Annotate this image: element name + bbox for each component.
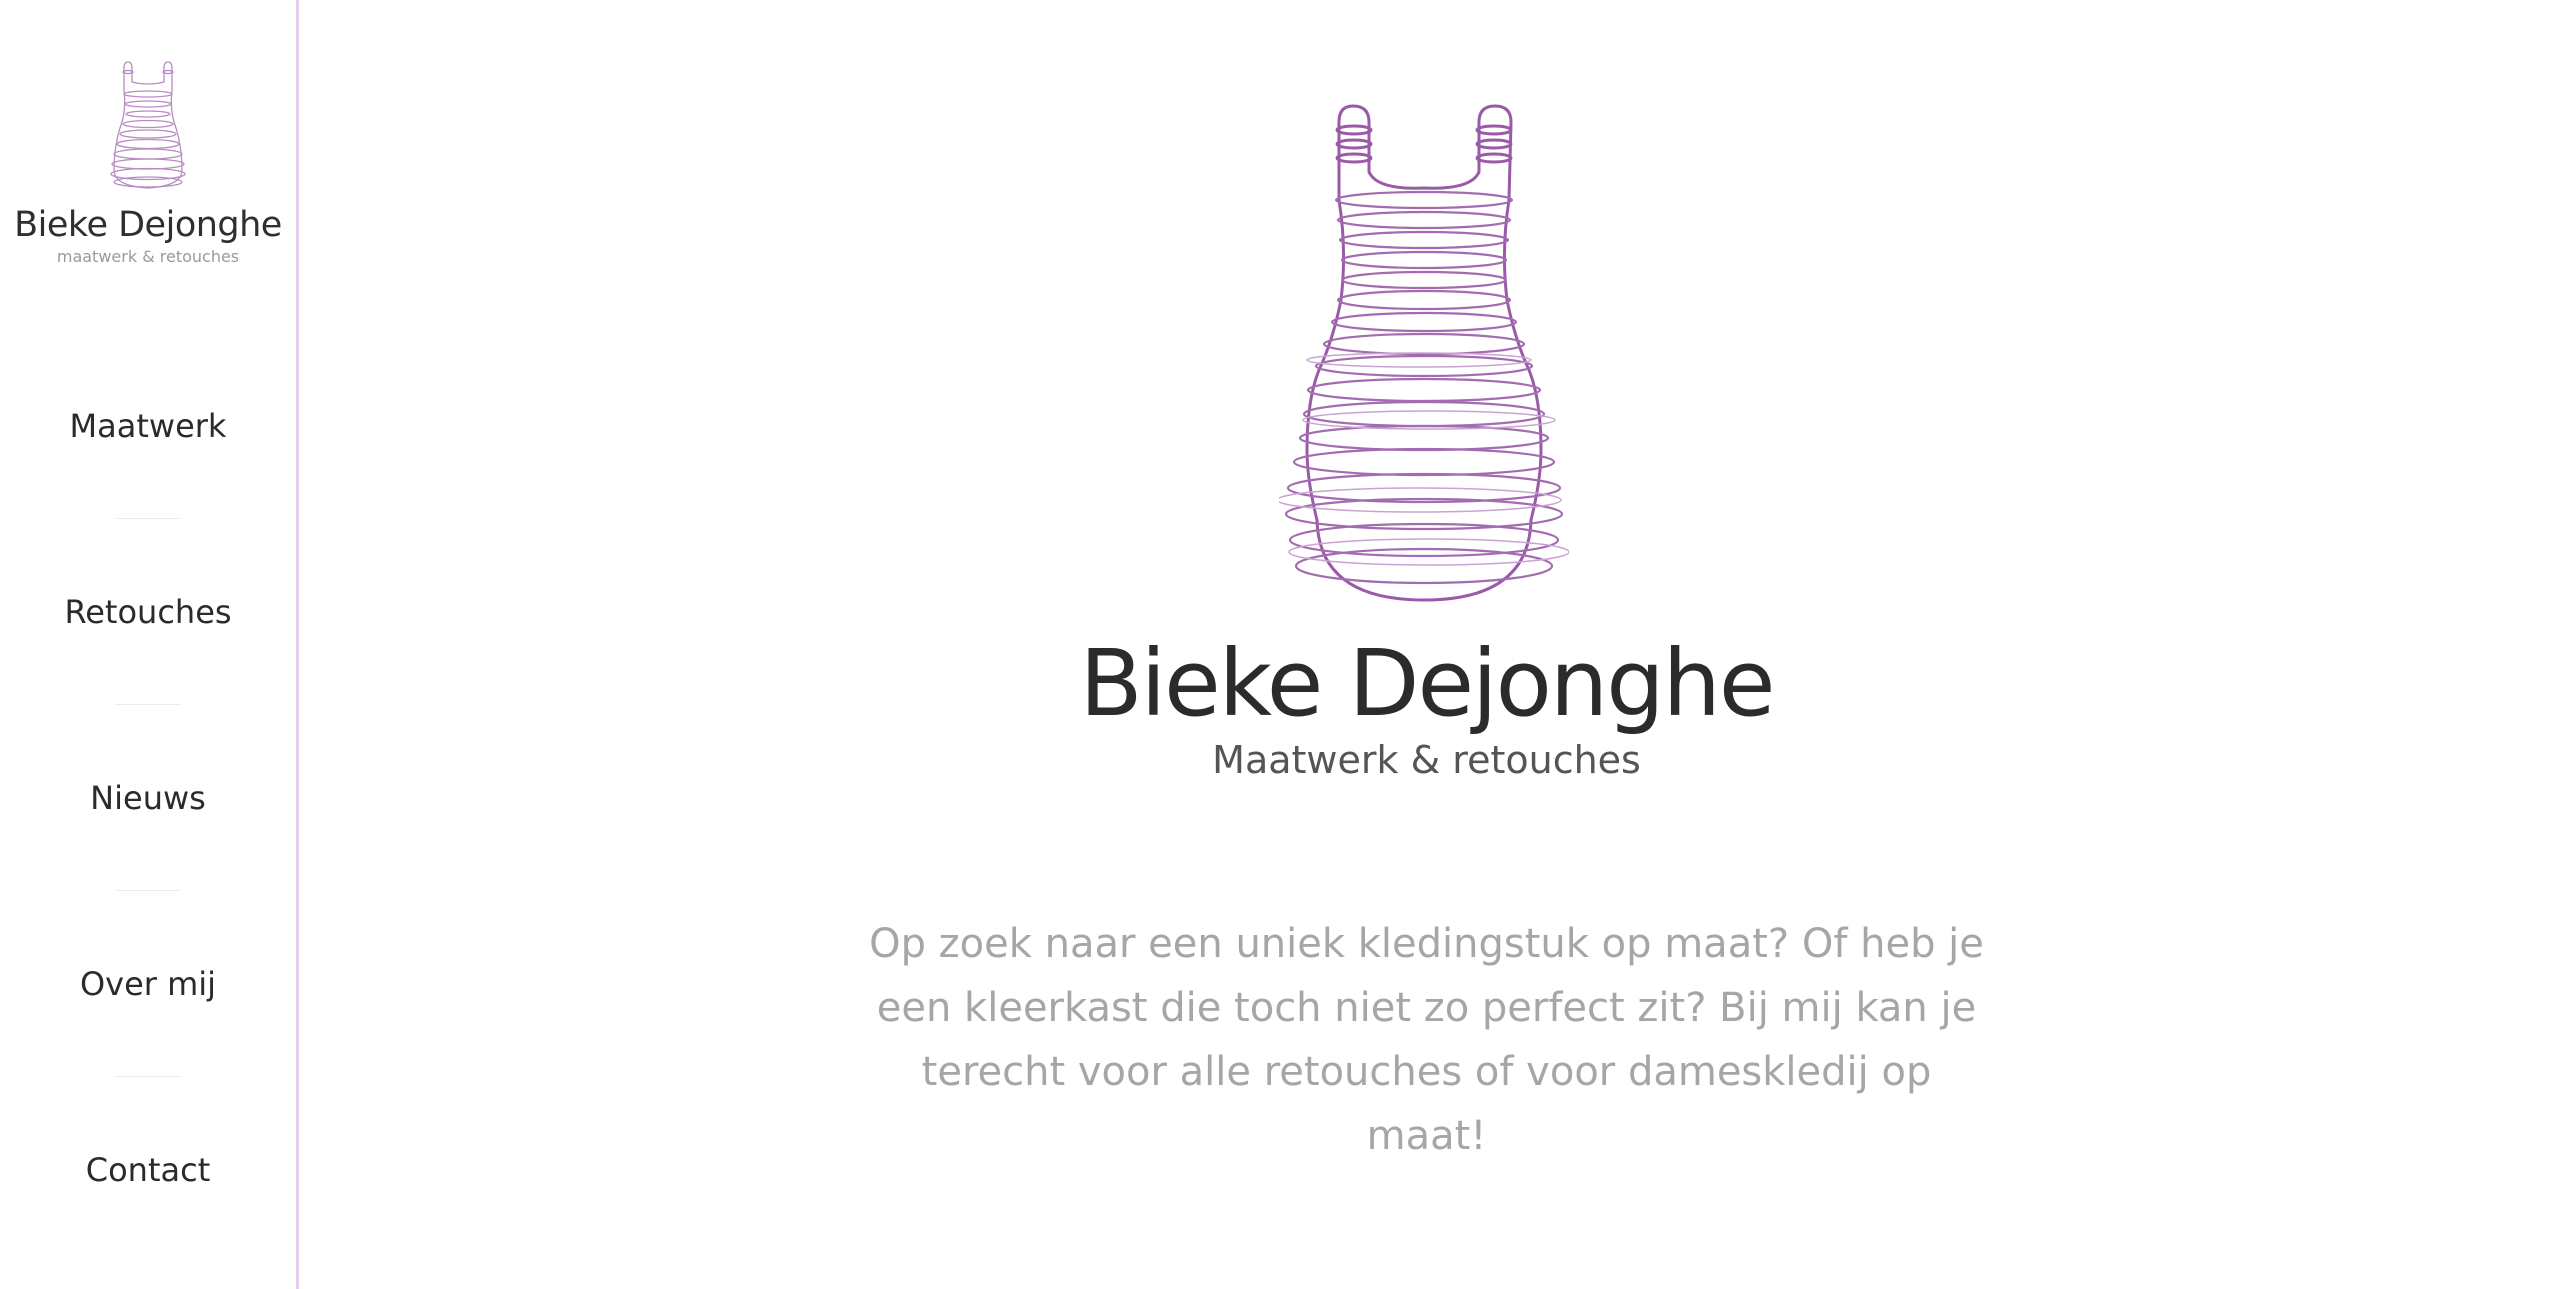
dress-icon	[110, 61, 186, 189]
nav-item-retouches[interactable]: Retouches	[0, 592, 296, 632]
page-title: Bieke Dejonghe	[1079, 630, 1775, 737]
sidebar: Bieke Dejonghe maatwerk & retouches Maat…	[0, 0, 299, 1289]
sidebar-logo[interactable]: Bieke Dejonghe maatwerk & retouches	[0, 60, 296, 266]
dress-icon	[1276, 104, 1570, 602]
nav-item-nieuws[interactable]: Nieuws	[0, 778, 296, 818]
nav-divider	[115, 890, 181, 891]
hero-logo	[1276, 100, 1570, 614]
sidebar-brand-name: Bieke Dejonghe	[14, 205, 282, 245]
intro-text: Op zoek naar een uniek kledingstuk op ma…	[869, 921, 1984, 1159]
nav-divider	[115, 704, 181, 705]
sidebar-brand-tagline: maatwerk & retouches	[56, 247, 240, 266]
nav-item-maatwerk[interactable]: Maatwerk	[0, 406, 296, 446]
nav-item-over-mij[interactable]: Over mij	[0, 964, 296, 1004]
nav-divider	[115, 518, 181, 519]
nav-item-contact[interactable]: Contact	[0, 1150, 296, 1190]
page-subtitle: Maatwerk & retouches	[1212, 738, 1641, 782]
main-content: Bieke Dejonghe Maatwerk & retouches Op z…	[299, 0, 2554, 1289]
nav-divider	[115, 1076, 181, 1077]
